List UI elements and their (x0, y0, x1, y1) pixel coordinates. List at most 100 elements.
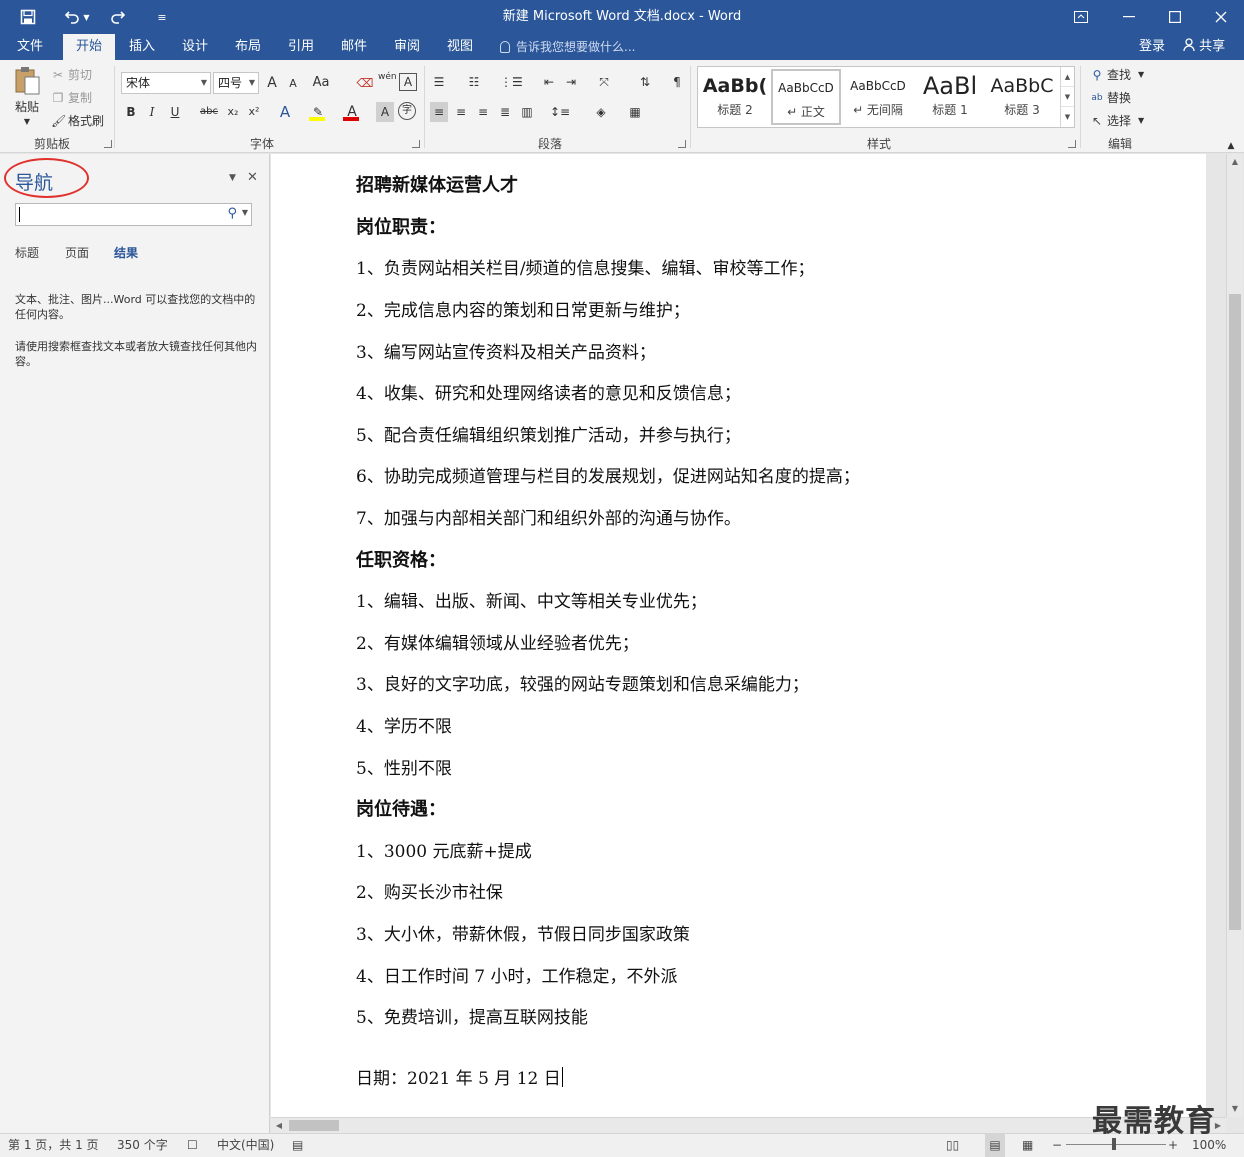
align-left-icon[interactable]: ≡ (430, 102, 448, 122)
find-button[interactable]: ⚲ 查找 ▼ (1090, 66, 1145, 83)
scroll-thumb[interactable] (1229, 294, 1241, 930)
tab-design[interactable]: 设计 (169, 34, 221, 60)
style-heading-3[interactable]: AaBbC 标题 3 (987, 69, 1057, 125)
subscript-button[interactable]: x₂ (224, 102, 242, 122)
bullets-icon[interactable]: ☰ (430, 72, 448, 92)
style-no-spacing[interactable]: AaBbCcD ↵ 无间隔 (843, 69, 913, 125)
ribbon-display-options-icon[interactable] (1058, 0, 1104, 34)
align-right-icon[interactable]: ≡ (474, 102, 492, 122)
character-border-button[interactable]: A (399, 73, 417, 91)
scroll-down-icon[interactable]: ▼ (1227, 1101, 1243, 1117)
word-count[interactable]: 350 个字 (117, 1134, 168, 1157)
font-launcher-icon[interactable] (412, 140, 420, 148)
pane-options-icon[interactable]: ▼ (229, 173, 236, 183)
close-icon[interactable] (1198, 0, 1244, 34)
multilevel-list-icon[interactable]: ⋮☰ (500, 72, 523, 92)
nav-tab-headings[interactable]: 标题 (15, 244, 39, 261)
style-heading-2[interactable]: AaBb( 标题 2 (700, 69, 770, 125)
zoom-out-icon[interactable]: − (1052, 1134, 1062, 1157)
search-icon[interactable]: ⚲ (227, 206, 237, 221)
enclose-characters-button[interactable]: 字 (398, 102, 416, 120)
close-pane-icon[interactable]: ✕ (247, 170, 258, 185)
increase-indent-icon[interactable]: ⇥ (562, 72, 580, 92)
format-painter-button[interactable]: 🖌 格式刷 (51, 112, 104, 129)
distributed-icon[interactable]: ▥ (518, 102, 536, 122)
paragraph-launcher-icon[interactable] (678, 140, 686, 148)
customize-quick-access-icon[interactable]: ≡ (152, 0, 172, 34)
style-heading-1[interactable]: AaBl 标题 1 (915, 69, 985, 125)
tell-me-box[interactable]: 告诉我您想要做什么... (500, 34, 635, 60)
highlight-color-button[interactable]: ✎ (308, 102, 328, 122)
share-button[interactable]: 共享 (1176, 34, 1232, 60)
character-shading-button[interactable]: A (376, 102, 394, 122)
collapse-ribbon-icon[interactable]: ▲ (1222, 136, 1240, 156)
shrink-font-button[interactable]: A (284, 74, 302, 94)
vertical-scrollbar[interactable]: ▲ ▼ (1226, 154, 1243, 1117)
replace-button[interactable]: ab 替换 (1090, 89, 1131, 106)
scroll-up-icon[interactable]: ▲ (1227, 154, 1243, 170)
phonetic-guide-button[interactable]: wén (378, 72, 397, 92)
style-normal[interactable]: AaBbCcD ↵ 正文 (771, 69, 841, 125)
print-layout-icon[interactable]: ▤ (985, 1134, 1005, 1157)
save-icon[interactable] (14, 0, 42, 34)
grow-font-button[interactable]: A (263, 73, 281, 93)
macro-record-icon[interactable]: ▤ (292, 1134, 303, 1157)
underline-button[interactable]: U (166, 102, 184, 122)
maximize-icon[interactable] (1152, 0, 1198, 34)
document-page[interactable]: 招聘新媒体运营人才 岗位职责： 1、负责网站相关栏目/频道的信息搜集、编辑、审校… (271, 154, 1206, 1117)
show-marks-icon[interactable]: ¶ (668, 72, 686, 92)
cut-button[interactable]: ✂ 剪切 (51, 66, 92, 83)
clipboard-launcher-icon[interactable] (104, 140, 112, 148)
tab-layout[interactable]: 布局 (222, 34, 274, 60)
paste-button[interactable]: 粘贴 ▼ (11, 66, 43, 126)
tab-view[interactable]: 视图 (434, 34, 486, 60)
chevron-down-icon[interactable]: ▼ (242, 208, 248, 217)
justify-icon[interactable]: ≣ (496, 102, 514, 122)
strikethrough-button[interactable]: abc (200, 102, 218, 122)
scroll-thumb[interactable] (289, 1120, 339, 1131)
text-effects-button[interactable]: A (276, 102, 294, 122)
sort-icon[interactable]: ⇅ (636, 72, 654, 92)
font-size-combo[interactable]: 四号 ▼ (213, 72, 259, 94)
web-layout-icon[interactable]: ▦ (1022, 1134, 1033, 1157)
zoom-slider[interactable] (1066, 1144, 1166, 1145)
shading-icon[interactable]: ◈ (592, 102, 610, 122)
page-count[interactable]: 第 1 页，共 1 页 (8, 1134, 99, 1157)
undo-icon[interactable]: ▼ (58, 0, 96, 34)
proofing-icon[interactable]: ☐ (187, 1134, 198, 1157)
clear-formatting-icon[interactable]: ⌫ (356, 73, 374, 93)
horizontal-scrollbar[interactable]: ◀ ▶ (271, 1117, 1226, 1133)
tab-file[interactable]: 文件 (4, 34, 56, 60)
scroll-left-icon[interactable]: ◀ (271, 1118, 287, 1134)
read-mode-icon[interactable]: ▯▯ (946, 1134, 959, 1157)
styles-up-icon[interactable]: ▲ (1061, 67, 1074, 87)
tab-review[interactable]: 审阅 (381, 34, 433, 60)
bold-button[interactable]: B (122, 102, 140, 122)
decrease-indent-icon[interactable]: ⇤ (540, 72, 558, 92)
tab-insert[interactable]: 插入 (116, 34, 168, 60)
styles-launcher-icon[interactable] (1068, 140, 1076, 148)
nav-search-input[interactable]: ⚲ ▼ (15, 203, 252, 226)
line-spacing-icon[interactable]: ↕≡ (550, 102, 570, 122)
minimize-icon[interactable] (1106, 0, 1152, 34)
paste-dropdown-icon[interactable]: ▼ (24, 117, 30, 126)
styles-down-icon[interactable]: ▼ (1061, 87, 1074, 107)
superscript-button[interactable]: x² (245, 102, 263, 122)
sign-in-link[interactable]: 登录 (1132, 34, 1172, 60)
nav-tab-pages[interactable]: 页面 (65, 244, 89, 261)
tab-references[interactable]: 引用 (275, 34, 327, 60)
italic-button[interactable]: I (143, 102, 161, 122)
numbering-icon[interactable]: ☷ (465, 72, 483, 92)
font-name-combo[interactable]: 宋体 ▼ (121, 72, 211, 94)
font-color-button[interactable]: A (342, 102, 362, 122)
copy-button[interactable]: ❐ 复制 (51, 89, 92, 106)
change-case-button[interactable]: Aa (312, 73, 330, 93)
tab-mailings[interactable]: 邮件 (328, 34, 380, 60)
language-status[interactable]: 中文(中国) (217, 1134, 274, 1157)
tab-home[interactable]: 开始 (63, 34, 115, 60)
chinese-layout-icon[interactable]: ⤧ (595, 72, 613, 92)
styles-more-icon[interactable]: ▼ (1061, 107, 1074, 127)
borders-icon[interactable]: ▦ (626, 102, 644, 122)
nav-tab-results[interactable]: 结果 (114, 244, 138, 261)
redo-icon[interactable] (106, 0, 130, 34)
